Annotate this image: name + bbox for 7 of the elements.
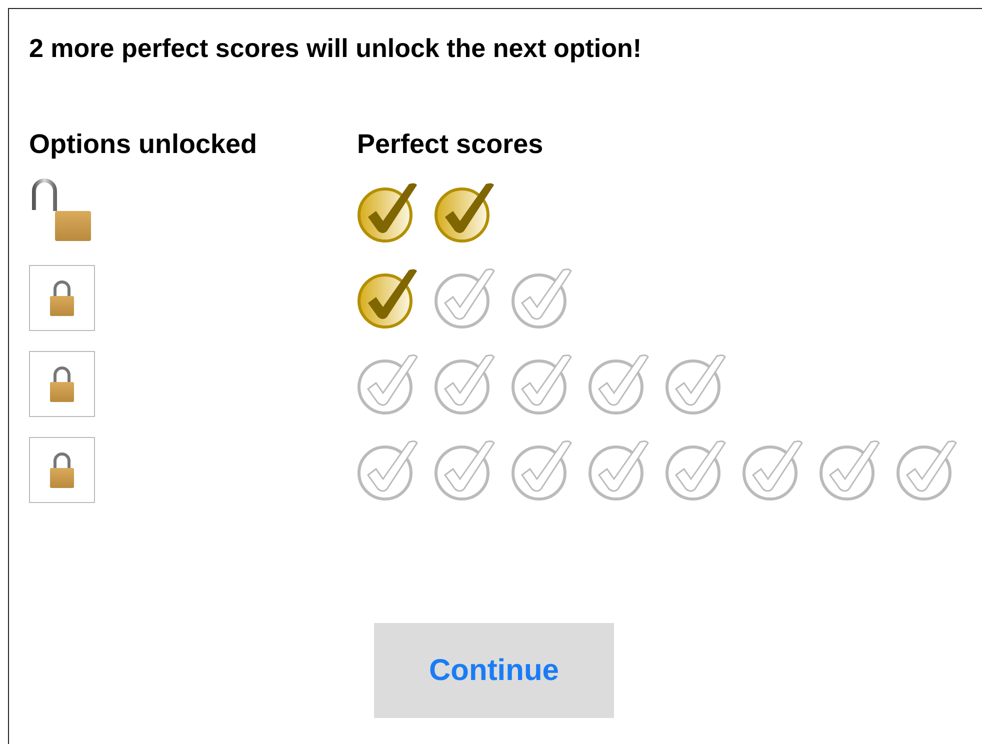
continue-button[interactable]: Continue <box>374 623 614 718</box>
padlock-icon <box>49 279 75 317</box>
unlock-message: 2 more perfect scores will unlock the next option! <box>29 32 643 65</box>
padlock-icon <box>49 451 75 489</box>
padlock-icon <box>49 365 75 403</box>
column-heading: Options unlocked <box>29 129 258 161</box>
column-heading: Perfect scores <box>357 129 544 161</box>
